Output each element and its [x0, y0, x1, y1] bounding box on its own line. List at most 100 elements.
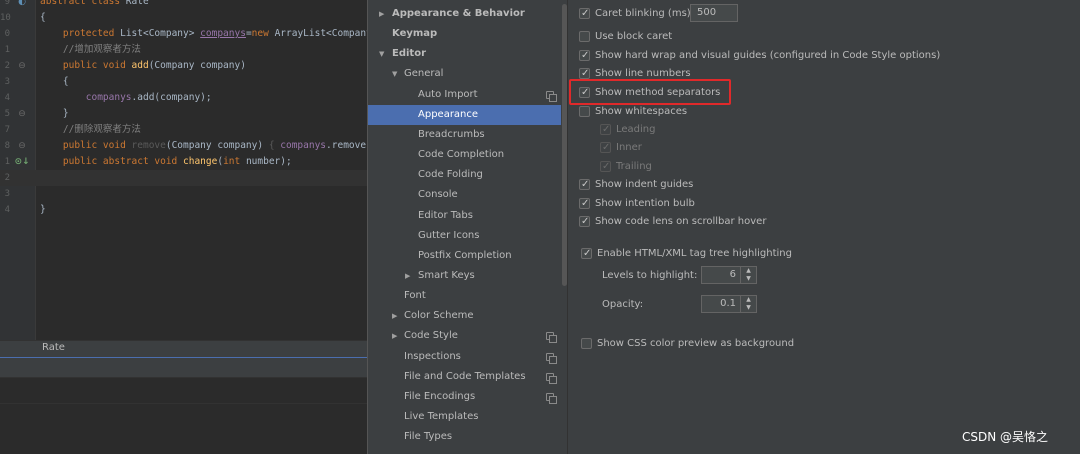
option-show-css-preview[interactable]: Show CSS color preview as background [581, 336, 841, 352]
line-number[interactable]: 5 [0, 106, 10, 122]
tree-item[interactable]: Appearance [368, 104, 561, 125]
code-line[interactable]: 2 ⊖ public void add(Company company) [0, 58, 367, 74]
line-number[interactable]: 4 [0, 202, 10, 218]
tree-item[interactable]: Editor Tabs [368, 206, 561, 226]
enable-tag-tree-checkbox[interactable] [581, 246, 592, 262]
tree-item[interactable]: ▶ Appearance & Behavior [368, 4, 561, 24]
tree-item[interactable]: Postfix Completion [368, 246, 561, 266]
tree-item[interactable]: Breadcrumbs [368, 125, 561, 145]
trailing-checkbox[interactable] [600, 159, 611, 175]
code-line[interactable]: 4 companys.add(company); [0, 90, 367, 106]
use-block-caret-checkbox[interactable] [579, 31, 590, 42]
caret-blinking-checkbox[interactable] [579, 6, 590, 22]
settings-tree[interactable]: ▶ Appearance & Behavior Keymap ▼ Editor ▼ Gene… [367, 0, 567, 454]
code-line[interactable]: 2 [0, 170, 367, 186]
option-show-indent-guides[interactable]: Show indent guides [579, 177, 779, 193]
line-number[interactable]: 2 [0, 58, 10, 74]
code-line[interactable]: 3 [0, 186, 367, 202]
show-line-numbers-checkbox[interactable] [579, 66, 590, 82]
show-whitespaces-checkbox[interactable] [579, 106, 590, 117]
tree-item[interactable]: ▼ Editor [368, 44, 561, 64]
caret-blinking-input[interactable]: 500 [690, 4, 738, 22]
show-hard-wrap-checkbox[interactable] [579, 48, 590, 64]
tree-item-label: General [404, 68, 444, 80]
expand-arrow-right-icon[interactable]: ▶ [392, 326, 397, 346]
opacity-spinner[interactable]: 0.1 ▲ ▼ [701, 295, 757, 313]
line-number[interactable]: 4 [0, 90, 10, 106]
line-number[interactable]: 3 [0, 74, 10, 90]
breadcrumb-class[interactable]: Rate [42, 342, 65, 353]
line-number[interactable]: 8 [0, 138, 10, 154]
tree-item[interactable]: ▼ General [368, 64, 561, 84]
fold-marker-icon[interactable]: ⊖ [14, 138, 30, 154]
tree-item[interactable]: Inspections [368, 347, 561, 367]
expand-arrow-right-icon[interactable]: ▶ [379, 4, 384, 24]
line-number[interactable]: 10 [0, 10, 11, 26]
option-trailing[interactable]: Trailing [600, 159, 720, 175]
code-line[interactable]: 7 //删除观察者方法 [0, 122, 367, 138]
tree-item[interactable]: File Types [368, 427, 561, 447]
show-code-lens-checkbox[interactable] [579, 214, 590, 230]
tree-item[interactable]: Gutter Icons [368, 226, 561, 246]
trailing-label: Trailing [616, 161, 652, 172]
code-line[interactable]: 0 protected List<Company> companys=new A… [0, 26, 367, 42]
option-show-hard-wrap[interactable]: Show hard wrap and visual guides (config… [579, 48, 979, 64]
tree-item[interactable]: File Encodings [368, 387, 561, 407]
code-text: } [40, 108, 69, 119]
code-line[interactable]: 4} [0, 202, 367, 218]
code-line[interactable]: 3 { [0, 74, 367, 90]
line-number[interactable]: 3 [0, 186, 10, 202]
code-editor[interactable]: 9 ◐ abstract class Rate 10{0 protected List… [0, 0, 367, 340]
tree-item[interactable]: ▶ Smart Keys [368, 266, 561, 286]
fold-marker-icon[interactable]: ⊖ [14, 58, 30, 74]
line-number[interactable]: 9 [0, 0, 10, 10]
tree-item[interactable]: Code Folding [368, 165, 561, 185]
inner-checkbox[interactable] [600, 140, 611, 156]
line-number[interactable]: 1 [0, 42, 10, 58]
tree-item[interactable]: Keymap [368, 24, 561, 44]
expand-arrow-right-icon[interactable]: ▶ [392, 306, 397, 326]
class-hierarchy-icon[interactable]: ◐ [14, 0, 30, 10]
option-enable-tag-tree[interactable]: Enable HTML/XML tag tree highlighting [581, 246, 841, 262]
fold-marker-icon[interactable]: ⊖ [14, 106, 30, 122]
line-number[interactable]: 1 [0, 154, 10, 170]
levels-to-highlight-spinner[interactable]: 6 ▲ ▼ [701, 266, 757, 284]
spinner-arrows-icon[interactable]: ▲ ▼ [740, 296, 756, 312]
option-show-whitespaces[interactable]: Show whitespaces [579, 104, 779, 120]
option-use-block-caret[interactable]: Use block caret [579, 29, 779, 45]
option-leading[interactable]: Leading [600, 122, 720, 138]
tree-item[interactable]: File and Code Templates [368, 367, 561, 387]
show-code-lens-label: Show code lens on scrollbar hover [595, 216, 767, 227]
option-inner[interactable]: Inner [600, 140, 720, 156]
line-number[interactable]: 7 [0, 122, 10, 138]
show-css-preview-checkbox[interactable] [581, 338, 592, 349]
leading-checkbox[interactable] [600, 122, 611, 138]
show-indent-guides-checkbox[interactable] [579, 177, 590, 193]
tree-item[interactable]: Code Completion [368, 145, 561, 165]
line-number[interactable]: 0 [0, 26, 10, 42]
code-line[interactable]: 10 { [0, 10, 367, 26]
spinner-arrows-icon[interactable]: ▲ ▼ [740, 267, 756, 283]
expand-arrow-down-icon[interactable]: ▼ [392, 64, 397, 84]
line-number[interactable]: 2 [0, 170, 10, 186]
implemented-method-icon[interactable]: ⊙↓ [14, 154, 30, 170]
show-intention-bulb-checkbox[interactable] [579, 196, 590, 212]
expand-arrow-right-icon[interactable]: ▶ [405, 266, 410, 286]
caret-blinking-label: Caret blinking (ms): [595, 8, 695, 19]
code-line[interactable]: 8 ⊖ public void remove(Company company) {… [0, 138, 367, 154]
option-show-intention-bulb[interactable]: Show intention bulb [579, 196, 779, 212]
tree-item[interactable]: Live Templates [368, 407, 561, 427]
code-line[interactable]: 1 ⊙↓ public abstract void change(int numb… [0, 154, 367, 170]
tree-item-label: Appearance & Behavior [392, 8, 525, 19]
code-line[interactable]: 9 ◐ abstract class Rate [0, 0, 367, 10]
option-show-code-lens[interactable]: Show code lens on scrollbar hover [579, 214, 839, 230]
tree-item[interactable]: Console [368, 185, 561, 205]
code-line[interactable]: 5 ⊖ } [0, 106, 367, 122]
expand-arrow-down-icon[interactable]: ▼ [379, 44, 384, 64]
tree-item[interactable]: ▶ Color Scheme [368, 306, 561, 326]
tree-item[interactable]: Auto Import [368, 85, 561, 105]
editor-breadcrumb[interactable]: Rate [0, 340, 367, 357]
code-line[interactable]: 1 //增加观察者方法 [0, 42, 367, 58]
tree-item[interactable]: Font [368, 286, 561, 306]
tree-item[interactable]: ▶ Code Style [368, 326, 561, 346]
